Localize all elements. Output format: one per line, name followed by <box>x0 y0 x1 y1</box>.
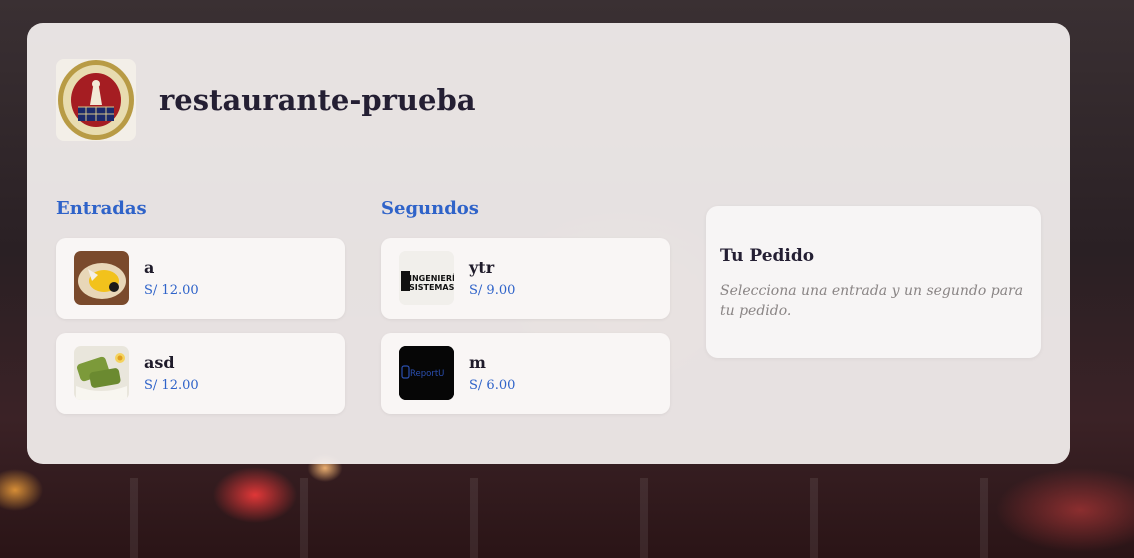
menu-item-name: a <box>144 258 155 277</box>
menu-item-name: asd <box>144 353 175 372</box>
ingenieria-sistemas-logo-icon: INGENIERÍA SISTEMAS <box>399 251 454 305</box>
restaurant-name: restaurante-prueba <box>159 83 476 117</box>
menu-item-price: S/ 12.00 <box>144 283 199 298</box>
header: restaurante-prueba <box>56 59 476 141</box>
menu-item-price: S/ 6.00 <box>469 378 516 393</box>
menu-item-segundo-m[interactable]: ReportU m S/ 6.00 <box>381 333 670 414</box>
dish-photo-icon <box>74 346 129 400</box>
logo-text-2: SISTEMAS <box>409 283 454 292</box>
menu-item-name: m <box>469 353 486 372</box>
menu-item-entrada-asd[interactable]: asd S/ 12.00 <box>56 333 345 414</box>
menu-card: restaurante-prueba Entradas a S/ 12.00 a… <box>27 23 1070 464</box>
menu-item-name: ytr <box>469 258 495 277</box>
logo-text: ReportU <box>410 369 444 379</box>
menu-item-price: S/ 12.00 <box>144 378 199 393</box>
order-title: Tu Pedido <box>720 246 815 266</box>
section-title-entradas: Entradas <box>56 198 147 219</box>
background-glasses <box>0 478 1134 558</box>
dish-photo-icon <box>74 251 129 305</box>
section-title-segundos: Segundos <box>381 198 479 219</box>
restaurant-logo <box>56 59 136 141</box>
order-hint: Selecciona una entrada y un segundo para… <box>720 283 1024 319</box>
order-panel: Tu Pedido Selecciona una entrada y un se… <box>706 206 1041 358</box>
logo-text-1: INGENIERÍA <box>409 272 454 283</box>
menu-item-price: S/ 9.00 <box>469 283 516 298</box>
menu-item-segundo-ytr[interactable]: INGENIERÍA SISTEMAS ytr S/ 9.00 <box>381 238 670 319</box>
reportu-logo-icon: ReportU <box>399 346 454 400</box>
menu-item-entrada-a[interactable]: a S/ 12.00 <box>56 238 345 319</box>
